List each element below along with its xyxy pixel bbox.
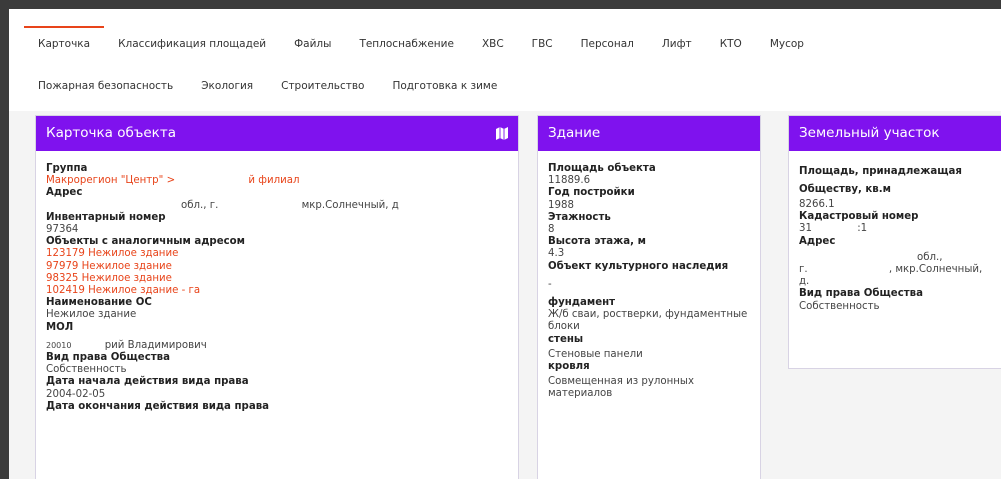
tab-hot-water[interactable]: ГВС [518, 27, 567, 61]
land-address-line: г. , мкр.Солнечный, [799, 264, 1001, 276]
mol-value-code: 20010 [46, 340, 72, 350]
similar-object-link[interactable]: 98325 Нежилое здание [46, 273, 508, 285]
object-card-header: Карточка объекта [36, 116, 518, 151]
address-value-region: обл., г. [181, 199, 219, 211]
address-label: Адрес [46, 187, 83, 199]
address-value: обл., г. мкр.Солнечный, д [46, 200, 508, 212]
floors-value: 8 [548, 224, 555, 236]
address-value-street: мкр.Солнечный, д [301, 199, 399, 211]
cadastral-number-part: 31 [799, 223, 812, 235]
tab-card[interactable]: Карточка [24, 26, 105, 61]
heritage-label: Объект культурного наследия [548, 260, 729, 272]
cadastral-number-label: Кадастровый номер [799, 211, 919, 223]
land-address-label: Адрес [799, 235, 836, 247]
land-address-city: г. [799, 264, 808, 276]
land-area-value: 8266.1 [799, 199, 835, 210]
walls-value: Стеновые панели [548, 348, 643, 360]
tab-construction[interactable]: Строительство [267, 69, 378, 103]
floor-height-value: 4.3 [548, 248, 565, 260]
tab-area-classification[interactable]: Классификация площадей [104, 27, 280, 61]
cadastral-number-value: 31 :1 [799, 223, 1001, 235]
land-address-value: обл., г. , мкр.Солнечный, д. [799, 252, 1001, 289]
foundation-label: фундамент [548, 297, 616, 309]
similar-objects-label: Объекты с аналогичным адресом [46, 236, 245, 248]
ownership-right-value: Собственность [46, 364, 127, 376]
map-icon[interactable] [496, 127, 508, 140]
asset-name-label: Наименование ОС [46, 297, 152, 309]
tab-personnel[interactable]: Персонал [567, 27, 648, 61]
land-address-line: обл., [799, 252, 1001, 264]
inventory-number-value: 97364 [46, 224, 79, 236]
floors-label: Этажность [548, 211, 611, 223]
inventory-number-label: Инвентарный номер [46, 211, 166, 223]
similar-object-link[interactable]: 123179 Нежилое здание [46, 248, 508, 260]
building-area-label: Площадь объекта [548, 163, 656, 174]
app-frame: Карточка Классификация площадей Файлы Те… [9, 9, 1001, 479]
land-address-house: д. [799, 276, 810, 288]
building-panel: Здание Площадь объекта 11889.6 Год постр… [537, 115, 761, 479]
object-card-panel: Карточка объекта Группа Макрорегион "Цен… [35, 115, 519, 479]
building-body: Площадь объекта 11889.6 Год постройки 19… [538, 151, 760, 401]
tab-winter-prep[interactable]: Подготовка к зиме [378, 69, 511, 103]
right-start-date-label: Дата начала действия вида права [46, 376, 249, 388]
group-value: Макрорегион "Центр" > й филиал [46, 175, 508, 187]
build-year-label: Год постройки [548, 187, 635, 199]
right-start-date-value: 2004-02-05 [46, 388, 106, 400]
cadastral-number-part: :1 [857, 223, 868, 235]
tab-heating[interactable]: Теплоснабжение [345, 27, 468, 61]
land-plot-panel: Земельный участок Площадь, принадлежащая… [788, 115, 1001, 369]
land-plot-body: Площадь, принадлежащая Обществу, кв.м 82… [789, 151, 1001, 313]
tab-row-2: Пожарная безопасность Экология Строитель… [24, 69, 511, 103]
foundation-value: Ж/б сваи, ростверки, фундаментные блоки [548, 309, 748, 333]
land-plot-title: Земельный участок [799, 125, 940, 141]
object-card-title: Карточка объекта [46, 125, 176, 141]
tab-elevator[interactable]: Лифт [648, 27, 706, 61]
mol-value: 20010 рий Владимирович [46, 340, 508, 352]
tab-bar: Карточка Классификация площадей Файлы Те… [9, 9, 1001, 111]
building-title: Здание [548, 125, 601, 141]
similar-object-link[interactable]: 102419 Нежилое здание - га [46, 285, 508, 297]
floor-height-label: Высота этажа, м [548, 236, 646, 248]
asset-name-value: Нежилое здание [46, 309, 137, 321]
right-end-date-label: Дата окончания действия вида права [46, 400, 270, 412]
tab-row-1: Карточка Классификация площадей Файлы Те… [24, 26, 818, 61]
group-link-branch[interactable]: й филиал [248, 175, 299, 186]
land-plot-header: Земельный участок [789, 116, 1001, 151]
ownership-right-label: Вид права Общества [46, 352, 170, 364]
mol-label: МОЛ [46, 321, 74, 333]
land-right-label: Вид права Общества [799, 288, 923, 300]
walls-label: стены [548, 333, 584, 345]
tab-files[interactable]: Файлы [280, 27, 345, 61]
tab-fire-safety[interactable]: Пожарная безопасность [24, 69, 187, 103]
land-right-value: Собственность [799, 300, 880, 312]
land-address-line: д. [799, 276, 1001, 288]
tab-cold-water[interactable]: ХВС [468, 27, 518, 61]
tab-kto[interactable]: КТО [706, 27, 756, 61]
building-area-value: 11889.6 [548, 175, 591, 187]
building-header: Здание [538, 116, 760, 151]
roof-value: Совмещенная из рулонных материалов [548, 376, 695, 400]
group-link-region[interactable]: Макрорегион "Центр" > [46, 175, 175, 186]
mol-value-name: рий Владимирович [104, 339, 207, 351]
land-area-label: Площадь, принадлежащая Обществу, кв.м [799, 166, 962, 195]
roof-label: кровля [548, 361, 590, 373]
heritage-value: - [548, 278, 552, 290]
build-year-value: 1988 [548, 199, 574, 211]
tab-garbage[interactable]: Мусор [756, 27, 818, 61]
land-address-street: , мкр.Солнечный, [888, 264, 983, 276]
land-address-region: обл., [917, 251, 943, 263]
tab-ecology[interactable]: Экология [187, 69, 267, 103]
object-card-body: Группа Макрорегион "Центр" > й филиал Ад… [36, 151, 518, 413]
group-label: Группа [46, 163, 88, 174]
similar-object-link[interactable]: 97979 Нежилое здание [46, 261, 508, 273]
